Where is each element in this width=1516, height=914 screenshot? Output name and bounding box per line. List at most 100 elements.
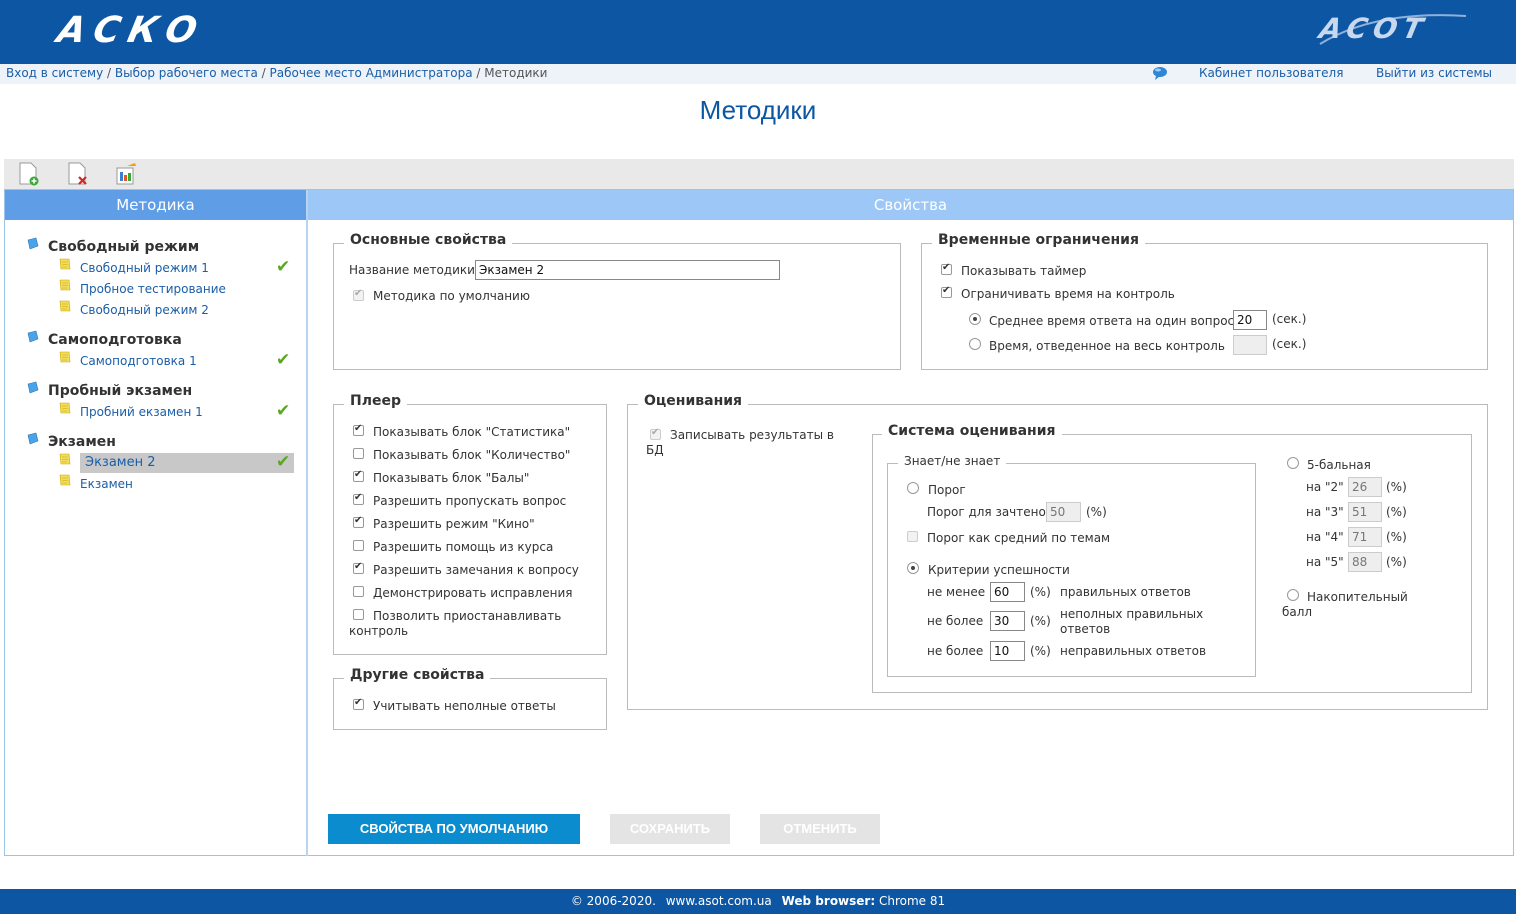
footer-site[interactable]: www.asot.com.ua (666, 894, 772, 908)
not-more-label: не более (927, 614, 984, 628)
record-results-label: Записывать результаты в (670, 428, 834, 442)
option-label: Демонстрировать исправления (373, 586, 573, 600)
default-properties-button[interactable]: СВОЙСТВА ПО УМОЛЧАНИЮ (328, 814, 580, 844)
criteria-radio[interactable] (907, 562, 919, 574)
avg-time-input[interactable]: 20 (1233, 310, 1267, 330)
grade-label: на "4" (1306, 530, 1344, 544)
criteria-label: Критерии успешности (928, 563, 1070, 577)
limit-time-label: Ограничивать время на контроль (961, 287, 1175, 301)
other-properties-title: Другие свойства (344, 667, 491, 683)
grade-input[interactable]: 71 (1348, 527, 1382, 547)
option-checkbox[interactable] (353, 469, 364, 482)
save-button[interactable]: СОХРАНИТЬ (610, 814, 730, 844)
footer-copyright: © 2006-2020. (570, 894, 656, 908)
breadcrumb-workplace-select[interactable]: Выбор рабочего места (115, 66, 258, 80)
option-checkbox[interactable] (353, 515, 364, 528)
option-label: Разрешить пропускать вопрос (373, 494, 567, 508)
breadcrumb-current: Методики (484, 66, 548, 80)
tree-group-trial-exam[interactable]: Пробный экзамен (48, 383, 192, 399)
method-name-input[interactable]: Экзамен 2 (475, 260, 780, 280)
methods-panel-header: Методика (5, 190, 306, 220)
total-time-label: Время, отведенное на весь контроль (989, 339, 1225, 353)
threshold-avg-checkbox[interactable] (907, 531, 918, 542)
breadcrumb-admin-workplace[interactable]: Рабочее место Администратора (270, 66, 473, 80)
footer-browser-value: Chrome 81 (878, 894, 946, 908)
tree-item[interactable]: Екзамен (80, 477, 133, 491)
breadcrumb-login[interactable]: Вход в систему (6, 66, 103, 80)
cumulative-label-cont: балл (1282, 605, 1313, 619)
breadcrumb-separator: / (476, 66, 481, 80)
not-more-label: не более (927, 644, 984, 658)
group-book-icon (27, 432, 39, 445)
total-time-input[interactable] (1233, 335, 1267, 355)
show-timer-checkbox[interactable] (941, 262, 952, 275)
limit-time-checkbox[interactable] (941, 285, 952, 298)
cumulative-radio[interactable] (1287, 589, 1299, 601)
not-less-label: не менее (927, 585, 986, 599)
total-time-radio[interactable] (969, 338, 981, 350)
five-point-radio[interactable] (1287, 457, 1299, 469)
panel-divider (306, 190, 308, 856)
breadcrumb-separator: / (107, 66, 112, 80)
option-checkbox[interactable] (353, 540, 364, 551)
tree-item[interactable]: Свободный режим 1 (80, 261, 209, 275)
tree-item[interactable]: Пробное тестирование (80, 282, 226, 296)
option-checkbox[interactable] (353, 423, 364, 436)
option-checkbox[interactable] (353, 586, 364, 597)
group-book-icon (27, 330, 39, 343)
partial-percent-input[interactable]: 30 (990, 611, 1025, 631)
grading-system-title: Система оценивания (882, 423, 1062, 439)
wrong-percent-input[interactable]: 10 (990, 641, 1025, 661)
add-document-icon[interactable] (17, 162, 41, 186)
logout-link[interactable]: Выйти из системы (1376, 66, 1492, 80)
tree-group-free-mode[interactable]: Свободный режим (48, 239, 199, 255)
percent-unit: (%) (1386, 505, 1407, 519)
correct-percent-input[interactable]: 60 (990, 582, 1025, 602)
option-label: Показывать блок "Количество" (373, 448, 571, 462)
grade-input[interactable]: 26 (1348, 477, 1382, 497)
grade-input[interactable]: 88 (1348, 552, 1382, 572)
threshold-pass-label: Порог для зачтено (927, 505, 1046, 519)
option-checkbox[interactable] (353, 492, 364, 505)
partial-answers-label-cont: ответов (1060, 622, 1111, 636)
record-results-label-cont: БД (646, 443, 664, 457)
threshold-radio[interactable] (907, 482, 919, 494)
tree-item[interactable]: Самоподготовка 1 (80, 354, 197, 368)
document-icon (59, 402, 71, 414)
group-book-icon (27, 381, 39, 394)
percent-unit: (%) (1030, 585, 1051, 599)
tree-item-selected[interactable]: Экзамен 2 (80, 453, 294, 473)
grade-label: на "3" (1306, 505, 1344, 519)
threshold-pass-input[interactable]: 50 (1046, 502, 1081, 522)
incomplete-answers-checkbox[interactable] (353, 697, 364, 710)
tree-item[interactable]: Свободный режим 2 (80, 303, 209, 317)
pause-checkbox[interactable] (353, 609, 364, 620)
knows-title: Знает/не знает (898, 454, 1007, 468)
cancel-button[interactable]: ОТМЕНИТЬ (760, 814, 880, 844)
document-icon (59, 258, 71, 270)
document-icon (59, 474, 71, 486)
edit-properties-icon[interactable] (115, 162, 139, 186)
player-title: Плеер (344, 393, 407, 409)
user-cabinet-link[interactable]: Кабинет пользователя (1199, 66, 1343, 80)
basic-properties-title: Основные свойства (344, 232, 513, 248)
tree-group-exam[interactable]: Экзамен (48, 434, 116, 450)
option-checkbox[interactable] (353, 448, 364, 459)
properties-panel-header: Свойства (308, 190, 1513, 220)
option-label: Показывать блок "Балы" (373, 471, 530, 485)
avg-time-label: Среднее время ответа на один вопрос (989, 314, 1235, 328)
pause-label-cont: контроль (349, 624, 409, 638)
tree-group-self-prep[interactable]: Самоподготовка (48, 332, 182, 348)
grade-input[interactable]: 51 (1348, 502, 1382, 522)
delete-document-icon[interactable] (66, 162, 90, 186)
option-label: Разрешить помощь из курса (373, 540, 554, 554)
document-icon (59, 351, 71, 363)
correct-answers-label: правильных ответов (1060, 585, 1191, 599)
tree-item[interactable]: Пробний екзамен 1 (80, 405, 203, 419)
option-checkbox[interactable] (353, 561, 364, 574)
record-results-checkbox (650, 427, 661, 440)
option-label: Разрешить замечания к вопросу (373, 563, 579, 577)
avg-time-radio[interactable] (969, 313, 981, 325)
chat-icon[interactable] (1152, 66, 1168, 80)
threshold-avg-label: Порог как средний по темам (927, 531, 1111, 545)
